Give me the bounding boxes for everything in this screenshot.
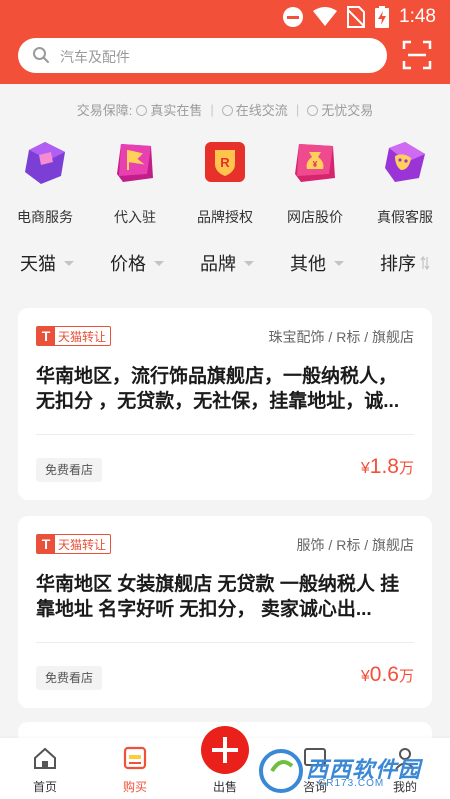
search-input[interactable]: 汽车及配件 <box>18 38 387 73</box>
sort-icon <box>420 256 430 270</box>
check-icon <box>307 105 319 116</box>
service-grid: 电商服务 代入驻 R 品牌授权 ¥ 网店股价 真假客服 <box>0 138 450 227</box>
mask-icon <box>385 142 425 182</box>
home-icon <box>34 747 56 769</box>
flag-icon <box>117 144 153 182</box>
wifi-icon <box>313 7 338 26</box>
battery-charging-icon <box>375 6 390 28</box>
caret-down-icon <box>154 260 164 266</box>
no-sim-icon <box>347 6 366 28</box>
service-label: 代入驻 <box>114 209 156 225</box>
search-placeholder: 汽车及配件 <box>60 49 130 65</box>
tmall-transfer-tag: T 天猫转让 <box>36 534 112 554</box>
r-shield-icon: R <box>205 142 245 182</box>
guarantee-item: 在线交流 <box>235 103 288 118</box>
service-label: 真假客服 <box>377 209 433 225</box>
search-icon <box>33 47 49 63</box>
guarantee-prefix: 交易保障: <box>76 103 133 118</box>
free-view-badge: 免费看店 <box>36 666 103 690</box>
check-icon <box>136 105 148 116</box>
listing-price: ¥1.8万 <box>360 455 414 478</box>
check-icon <box>221 105 233 116</box>
status-time: 1:48 <box>399 6 436 27</box>
status-bar: 1:48 <box>0 0 450 34</box>
tmall-logo-icon: T <box>37 535 55 553</box>
plus-icon <box>201 726 249 774</box>
buy-icon <box>123 746 147 770</box>
listing-card[interactable]: T 天猫转让 服饰 / R标 / 旗舰店 华南地区 女装旗舰店 无贷款 一般纳税… <box>18 516 432 708</box>
listing-category: 服饰 / R标 / 旗舰店 <box>296 537 414 553</box>
tmall-transfer-tag: T 天猫转让 <box>36 326 112 346</box>
filter-other[interactable]: 其他 <box>290 250 344 276</box>
filter-bar: 天猫 价格 品牌 其他 排序 <box>0 250 450 280</box>
caret-down-icon <box>244 260 254 266</box>
filter-sort[interactable]: 排序 <box>380 250 430 276</box>
shop-icon <box>25 142 65 184</box>
divider <box>36 434 414 435</box>
caret-down-icon <box>334 260 344 266</box>
service-label: 品牌授权 <box>197 209 253 225</box>
listing-title: 华南地区 女装旗舰店 无贷款 一般纳税人 挂靠地址 名字好听 无扣分， 卖家诚心… <box>36 574 400 620</box>
service-ecommerce[interactable]: 电商服务 <box>0 138 90 227</box>
trade-guarantee: 交易保障: 真实在售 | 在线交流 | 无忧交易 <box>76 102 374 118</box>
filter-price[interactable]: 价格 <box>110 250 164 276</box>
service-store-valuation[interactable]: ¥ 网店股价 <box>270 138 360 227</box>
watermark-logo-icon <box>259 749 303 793</box>
money-bag-icon: ¥ <box>295 144 335 182</box>
listing-price: ¥0.6万 <box>360 663 414 686</box>
listing-card[interactable]: T 天猫转让 珠宝配饰 / R标 / 旗舰店 华南地区，流行饰品旗舰店，一般纳税… <box>18 308 432 500</box>
guarantee-item: 无忧交易 <box>321 103 374 118</box>
svg-text:R: R <box>220 155 230 170</box>
listing-category: 珠宝配饰 / R标 / 旗舰店 <box>268 329 414 345</box>
app-header: 1:48 汽车及配件 <box>0 0 450 84</box>
scan-icon[interactable] <box>402 40 432 70</box>
free-view-badge: 免费看店 <box>36 458 103 482</box>
watermark: 西西软件园 CR173.COM <box>258 748 434 794</box>
filter-brand[interactable]: 品牌 <box>200 250 254 276</box>
service-label: 网店股价 <box>287 209 343 225</box>
nav-sell[interactable]: 出售 <box>180 726 270 799</box>
guarantee-item: 真实在售 <box>150 103 203 118</box>
service-settle-in[interactable]: 代入驻 <box>90 138 180 227</box>
divider <box>36 642 414 643</box>
filter-tmall[interactable]: 天猫 <box>20 250 74 276</box>
tmall-logo-icon: T <box>37 327 55 345</box>
svg-text:¥: ¥ <box>313 160 318 169</box>
service-brand-auth[interactable]: R 品牌授权 <box>180 138 270 227</box>
listing-title: 华南地区，流行饰品旗舰店，一般纳税人，无扣分 ，无贷款，无社保，挂靠地址，诚..… <box>36 366 400 412</box>
nav-buy[interactable]: 购买 <box>90 738 180 799</box>
do-not-disturb-icon <box>283 7 304 27</box>
service-label: 电商服务 <box>17 209 73 225</box>
caret-down-icon <box>64 260 74 266</box>
nav-home[interactable]: 首页 <box>0 738 90 799</box>
service-customer-care[interactable]: 真假客服 <box>360 138 450 227</box>
